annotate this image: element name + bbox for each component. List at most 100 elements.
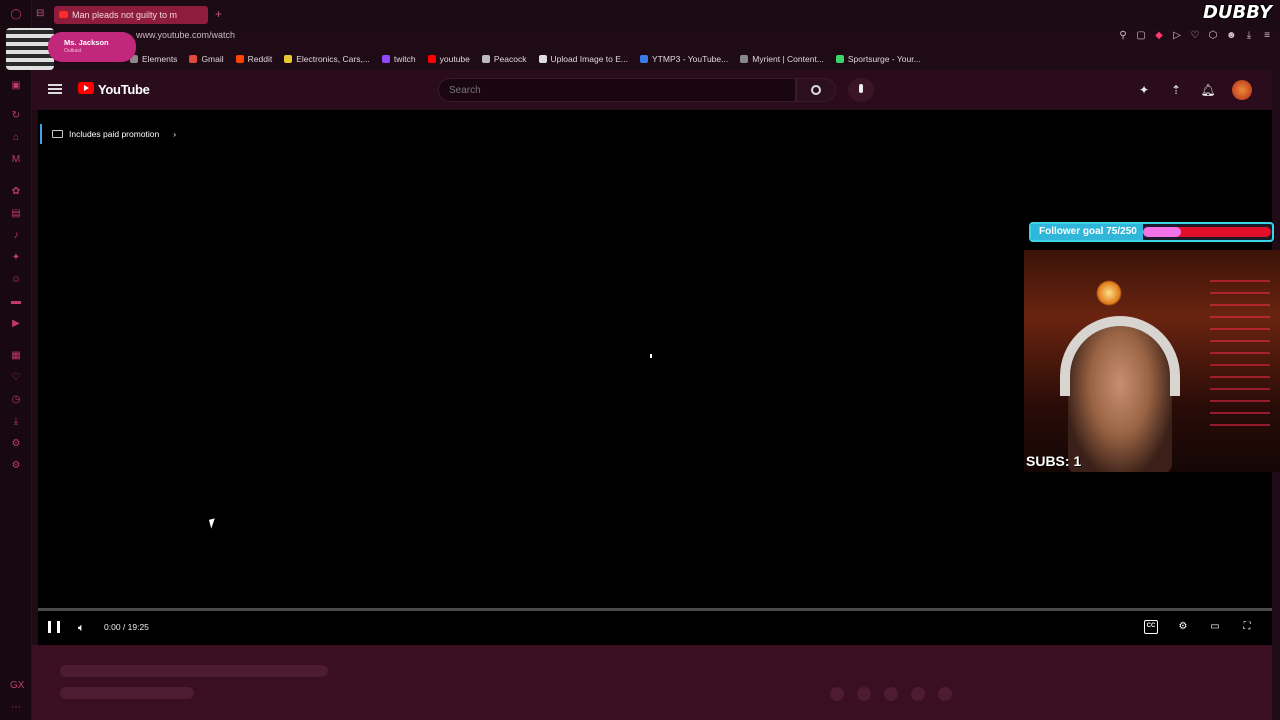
more-icon[interactable]: ⋯ — [10, 702, 22, 714]
create-icon[interactable]: ✦ — [1136, 82, 1152, 98]
bookmark-favicon-icon — [740, 55, 749, 63]
download-icon[interactable]: ⤓ — [1244, 30, 1254, 42]
captions-button[interactable]: CC — [1144, 620, 1158, 634]
paid-promotion-badge[interactable]: Includes paid promotion › — [40, 124, 176, 144]
volume-icon[interactable]: 🔈︎ — [78, 622, 85, 635]
bluesky-icon[interactable]: ✦ — [10, 252, 22, 264]
extensions-puzzle-icon[interactable]: ⬡ — [1208, 30, 1218, 42]
apps-icon[interactable]: ▦ — [10, 350, 22, 362]
settings-icon[interactable]: ⚙ — [10, 460, 22, 472]
youtube-logo-icon[interactable] — [78, 82, 94, 94]
opera-logo-icon[interactable]: ◯ — [10, 9, 22, 21]
gmail-icon[interactable]: M — [10, 154, 22, 166]
mouse-cursor-icon — [208, 518, 218, 529]
heart-icon[interactable]: ♡ — [10, 372, 22, 384]
bookmark-label: twitch — [393, 54, 416, 64]
action-skeleton — [911, 687, 925, 701]
bookmark-item[interactable]: Sportsurge - Your... — [835, 52, 921, 66]
bookmark-favicon-icon — [381, 55, 390, 63]
bookmark-label: YTMP3 - YouTube... — [652, 54, 729, 64]
pause-button[interactable] — [48, 621, 60, 633]
action-skeleton — [884, 687, 898, 701]
history-icon[interactable]: ◷ — [10, 394, 22, 406]
chatgpt-icon[interactable]: ✿ — [10, 186, 22, 198]
tab-overview-icon[interactable]: ⊟ — [36, 8, 44, 19]
bookmark-label: Upload Image to E... — [550, 54, 629, 64]
fullscreen-icon[interactable]: ⛶ — [1240, 620, 1254, 634]
bookmark-label: Peacock — [493, 54, 527, 64]
youtube-favicon-icon — [59, 11, 68, 18]
progress-bar[interactable] — [38, 608, 1272, 611]
loading-indicator — [650, 354, 652, 358]
url-field[interactable]: www.youtube.com/watch — [136, 30, 235, 40]
video-info-skeleton — [32, 645, 1272, 720]
theater-mode-icon[interactable]: ▭ — [1208, 620, 1222, 634]
bookmark-item[interactable]: Gmail — [189, 52, 224, 66]
search-button[interactable] — [796, 78, 836, 102]
voice-search-button[interactable] — [848, 78, 874, 102]
tab-title: Man pleads not guilty to m — [72, 10, 178, 20]
bookmark-favicon-icon — [481, 55, 490, 63]
settings-gear-icon[interactable]: ⚙ — [1176, 620, 1190, 634]
reload-icon[interactable]: ↻ — [10, 110, 22, 122]
menu-icon[interactable]: ≡ — [1262, 30, 1272, 42]
paid-promotion-label: Includes paid promotion — [69, 129, 160, 139]
bookmark-label: Sportsurge - Your... — [847, 54, 921, 64]
search-icon — [811, 85, 821, 95]
bookmark-item[interactable]: youtube — [427, 52, 470, 66]
downloads-icon[interactable]: ⤓ — [10, 416, 22, 428]
youtube-sidebar-icon[interactable]: ▶ — [10, 318, 22, 330]
pocket-icon[interactable]: ◆ — [1154, 30, 1164, 42]
search-box — [438, 78, 796, 102]
tab-active[interactable]: Man pleads not guilty to m — [54, 6, 208, 24]
bookmark-favicon-icon — [284, 55, 293, 63]
bookmark-label: Gmail — [201, 54, 224, 64]
follower-goal-fill — [1143, 227, 1182, 237]
dash-icon[interactable]: ▬ — [10, 296, 22, 308]
album-art — [6, 28, 54, 70]
gx-icon[interactable]: GX — [10, 680, 24, 692]
notifications-bell-icon[interactable]: 🔔︎ — [1200, 82, 1216, 98]
bookmark-item[interactable]: Myrient | Content... — [740, 52, 824, 66]
bookmark-item[interactable]: twitch — [381, 52, 416, 66]
bookmark-item[interactable]: Electronics, Cars,... — [284, 52, 370, 66]
now-playing-artist: Outkast — [64, 48, 82, 54]
play-icon[interactable]: ▷ — [1172, 30, 1182, 42]
string-lights — [1210, 270, 1270, 430]
hamburger-menu-icon[interactable] — [48, 84, 62, 94]
bag-icon[interactable]: ⌂ — [10, 132, 22, 144]
bookmark-item[interactable]: Elements — [130, 52, 177, 66]
lamp — [1096, 280, 1122, 306]
chevron-right-icon: › — [173, 129, 177, 139]
bookmark-item[interactable]: Reddit — [235, 52, 272, 66]
header-actions: ✦ ⇡ 🔔︎ — [1136, 80, 1252, 100]
bookmark-heart-icon[interactable]: ♡ — [1190, 30, 1200, 42]
webcam-feed — [1024, 250, 1280, 472]
headset — [1060, 316, 1180, 396]
player-right-controls: CC ⚙ ▭ ⛶ — [1144, 620, 1254, 634]
profile-icon[interactable]: ☻ — [1226, 30, 1237, 42]
action-skeleton — [857, 687, 871, 701]
bookmark-favicon-icon — [640, 55, 648, 63]
bookmark-item[interactable]: Peacock — [481, 52, 527, 66]
new-tab-button[interactable]: + — [215, 7, 222, 21]
pin-icon[interactable]: ⚲ — [1118, 30, 1128, 42]
upload-icon[interactable]: ⇡ — [1168, 82, 1184, 98]
messenger-icon[interactable]: ▣ — [10, 80, 22, 92]
snapshot-icon[interactable]: ▢ — [1136, 30, 1146, 42]
account-avatar[interactable] — [1232, 80, 1252, 100]
twitch-icon[interactable]: ▤ — [10, 208, 22, 220]
screen: ◯ ▣ ↻ ⌂ M ✿ ▤ ♪ ✦ ☺ ▬ ▶ ▦ ♡ ◷ ⤓ ⚙ ⚙ GX ⋯… — [0, 0, 1280, 720]
bookmark-label: Myrient | Content... — [752, 54, 824, 64]
search-input[interactable] — [439, 79, 795, 101]
bookmark-favicon-icon — [235, 55, 244, 63]
extensions-icon[interactable]: ⚙ — [10, 438, 22, 450]
youtube-logo-text[interactable]: YouTube — [98, 82, 150, 97]
tiktok-icon[interactable]: ♪ — [10, 230, 22, 242]
address-bar: www.youtube.com/watch ⚲ ▢ ◆ ▷ ♡ ⬡ ☻ ⤓ ≡ — [32, 28, 1280, 46]
discord-icon[interactable]: ☺ — [10, 274, 22, 286]
bookmark-item[interactable]: Upload Image to E... — [538, 52, 629, 66]
time-display: 0:00 / 19:25 — [104, 622, 149, 632]
bookmark-item[interactable]: YTMP3 - YouTube... — [640, 52, 728, 66]
action-skeleton — [830, 687, 844, 701]
